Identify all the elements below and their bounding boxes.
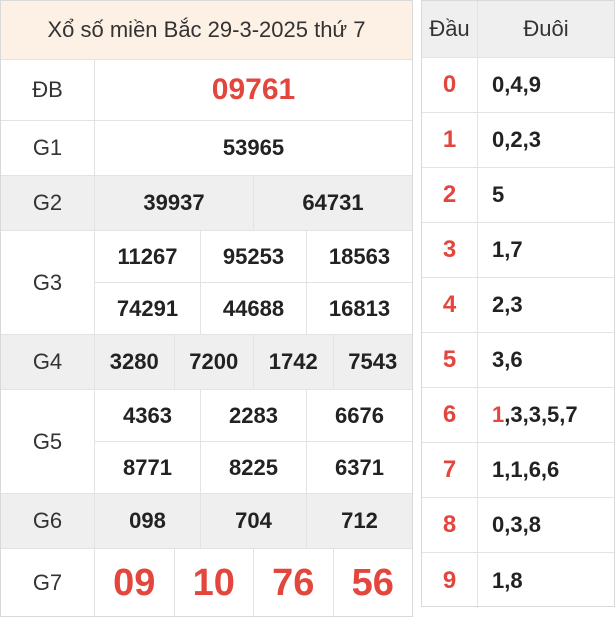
prize-number: 8225 — [200, 442, 306, 493]
prize-number: 95253 — [200, 231, 306, 282]
loto-tail-digits: 1,8 — [478, 553, 614, 608]
loto-header: Đầu Đuôi — [422, 1, 614, 58]
prize-number: 712 — [306, 494, 412, 548]
loto-tail-rest: 0,4,9 — [492, 72, 541, 97]
prize-number: 16813 — [306, 283, 412, 334]
prize-number: 74291 — [116, 295, 179, 321]
loto-tail-digits: 5 — [478, 168, 614, 222]
loto-head-digit: 2 — [422, 168, 478, 222]
prize-row-g6: G6 098 704 712 — [1, 494, 412, 549]
prize-row-db: ĐB 09761 — [1, 60, 412, 121]
prize-number: 18563 — [306, 231, 412, 282]
loto-tail-rest: 1,1,6,6 — [492, 457, 560, 482]
loto-head-digit: 7 — [422, 443, 478, 497]
prize-label: G5 — [1, 390, 95, 493]
prize-number: 09 — [113, 561, 156, 604]
loto-row: 8 0,3,8 — [422, 498, 614, 553]
prize-number: 4363 — [123, 402, 172, 428]
prize-label: G1 — [1, 121, 95, 175]
loto-head-digit: 1 — [422, 113, 478, 167]
loto-row: 25 — [422, 168, 614, 223]
loto-row: 1 0,2,3 — [422, 113, 614, 168]
loto-tail-highlight: 1 — [492, 402, 505, 427]
prize-number: 6371 — [306, 442, 412, 493]
loto-head-digit: 3 — [422, 223, 478, 277]
results-title: Xổ số miền Bắc 29-3-2025 thứ 7 — [1, 1, 412, 60]
prize-number: 10 — [173, 549, 254, 617]
prize-number: 39937 — [143, 190, 205, 215]
loto-tail-digits: 0,2,3 — [478, 113, 614, 167]
loto-row: 9 1,8 — [422, 553, 614, 608]
prize-number: 098 — [129, 508, 166, 533]
loto-tail-rest: 1,8 — [492, 567, 523, 593]
prize-number: 76 — [253, 549, 333, 617]
special-prize-number: 09761 — [211, 73, 296, 106]
loto-tail-digits: 0,4,9 — [478, 58, 614, 112]
prize-label: G4 — [1, 335, 95, 389]
prize-number: 8771 — [123, 454, 172, 480]
loto-head-digit: 9 — [422, 553, 478, 608]
loto-tail-digits: 1,3,3,5,7 — [478, 388, 614, 442]
loto-head-digit: 0 — [422, 58, 478, 112]
loto-head-tail-table: Đầu Đuôi 0 0,4,9 1 0,2,3 2 5 3 1,7 4 2,3 5 3,6 6 1,3,… — [421, 0, 615, 608]
prize-number: 7200 — [173, 335, 254, 389]
prize-number: 704 — [200, 494, 306, 548]
prize-label: ĐB — [1, 60, 95, 120]
prize-number: 11267 — [117, 243, 178, 269]
loto-row: 3 1,7 — [422, 223, 614, 278]
loto-tail-rest: 1,7 — [492, 237, 523, 262]
loto-tail-rest: 5 — [492, 182, 505, 207]
loto-row: 4 2,3 — [422, 278, 614, 333]
prize-number: 56 — [332, 549, 413, 617]
prize-row-g3: G3 11267 95253 18563 74291 44688 16813 — [1, 231, 412, 335]
prize-row-g2: G2 39937 64731 — [1, 176, 412, 231]
prize-label: G7 — [1, 549, 95, 617]
loto-head-digit: 4 — [422, 278, 478, 332]
loto-row: 0 0,4,9 — [422, 58, 614, 113]
lottery-results-page: Xổ số miền Bắc 29-3-2025 thứ 7 ĐB 09761 … — [0, 0, 615, 617]
prize-number: 6676 — [306, 390, 412, 441]
loto-row: 6 1,3,3,5,7 — [422, 388, 614, 443]
loto-row: 7 1,1,6,6 — [422, 443, 614, 498]
loto-tail-digits: 0,3,8 — [478, 498, 614, 552]
loto-tail-rest: ,3,3,5,7 — [504, 402, 578, 427]
loto-tail-digits: 2,3 — [478, 278, 614, 332]
loto-tail-rest: 2,3 — [492, 292, 523, 317]
loto-tail-rest: 0,2,3 — [492, 127, 541, 152]
loto-head-digit: 5 — [422, 333, 478, 387]
prize-number: 3280 — [109, 349, 159, 374]
prize-number: 53965 — [222, 135, 285, 160]
prize-label: G3 — [1, 231, 95, 334]
loto-tail-digits: 1,1,6,6 — [478, 443, 614, 497]
prize-label: G6 — [1, 494, 95, 548]
loto-row: 5 3,6 — [422, 333, 614, 388]
loto-tail-digits: 1,7 — [478, 223, 614, 277]
prize-row-g7: G7 09 10 76 56 — [1, 549, 412, 617]
head-column-header: Đầu — [422, 1, 478, 57]
loto-tail-rest: 3,6 — [492, 347, 523, 372]
prize-number: 64731 — [253, 176, 412, 230]
prize-label: G2 — [1, 176, 95, 230]
loto-tail-rest: 0,3,8 — [492, 512, 541, 537]
prize-row-g4: G4 3280 7200 1742 7543 — [1, 335, 412, 390]
prize-number: 2283 — [200, 390, 306, 441]
loto-head-digit: 6 — [422, 388, 478, 442]
prize-row-g1: G1 53965 — [1, 121, 412, 176]
prize-row-g5: G5 4363 2283 6676 8771 8225 6371 — [1, 390, 412, 494]
tail-column-header: Đuôi — [523, 16, 569, 41]
prize-number: 1742 — [253, 335, 333, 389]
prize-number: 7543 — [332, 335, 413, 389]
loto-head-digit: 8 — [422, 498, 478, 552]
prize-number: 44688 — [200, 283, 306, 334]
loto-tail-digits: 3,6 — [478, 333, 614, 387]
results-table: Xổ số miền Bắc 29-3-2025 thứ 7 ĐB 09761 … — [0, 0, 413, 617]
